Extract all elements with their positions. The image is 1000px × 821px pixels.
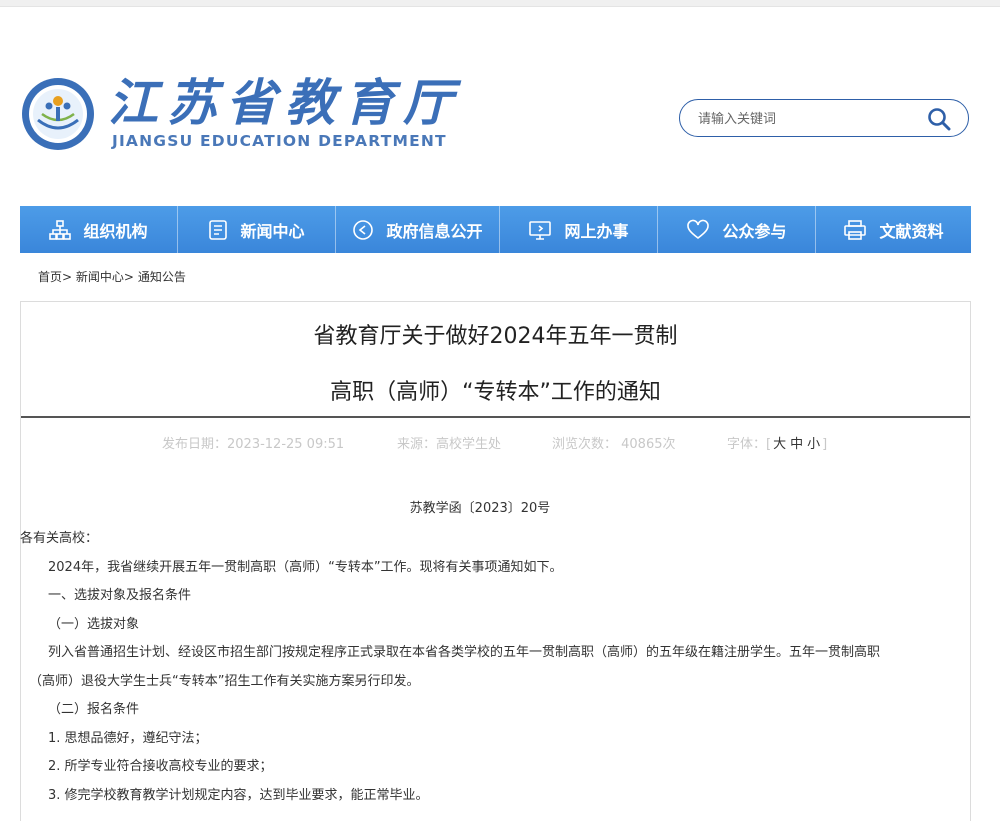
salutation: 各有关高校：: [20, 531, 99, 546]
nav-label: 网上办事: [564, 221, 629, 241]
font-large-button[interactable]: 大: [773, 437, 786, 452]
article-title-box: 省教育厅关于做好2024年五年一贯制 高职（高师）“专转本”工作的通知: [21, 302, 970, 418]
article-source: 来源：高校学生处: [397, 437, 502, 452]
heart-icon: [687, 219, 710, 239]
nav-label: 组织机构: [83, 221, 148, 241]
breadcrumb-separator: >: [123, 270, 134, 284]
font-bracket: ]: [822, 437, 828, 452]
nav-item-gov-info[interactable]: 政府信息公开: [336, 206, 500, 253]
section-heading: 一、选拔对象及报名条件: [48, 588, 192, 603]
list-item: 1. 思想品德好，遵纪守法；: [48, 731, 208, 746]
printer-icon: [844, 219, 867, 240]
breadcrumb: 首页> 新闻中心> 通知公告: [38, 268, 186, 285]
nav-label: 文献资料: [879, 221, 944, 241]
paragraph: 列入省普通招生计划、经设区市招生部门按规定程序正式录取在本省各类学校的五年一贯制…: [48, 645, 881, 660]
nav-item-literature[interactable]: 文献资料: [816, 206, 971, 253]
nav-label: 政府信息公开: [386, 221, 483, 241]
nav-item-news[interactable]: 新闻中心: [178, 206, 336, 253]
breadcrumb-notices[interactable]: 通知公告: [138, 270, 186, 284]
font-label: 字体：: [727, 437, 767, 452]
font-small-button[interactable]: 小: [807, 437, 820, 452]
nav-label: 新闻中心: [240, 221, 305, 241]
publish-date: 发布日期：2023-12-25 09:51: [162, 437, 345, 452]
logo-chinese-name: 江苏省教育厅: [108, 74, 462, 132]
play-circle-icon: [353, 219, 374, 240]
subsection-heading: （二）报名条件: [48, 702, 140, 717]
nav-label: 公众参与: [722, 221, 787, 241]
view-count: 浏览次数： 40865次: [552, 437, 676, 452]
article-title-line1: 省教育厅关于做好2024年五年一贯制: [313, 324, 678, 349]
font-size-switcher: 字体：[大中小]: [727, 433, 827, 452]
breadcrumb-home[interactable]: 首页: [38, 270, 62, 284]
breadcrumb-news[interactable]: 新闻中心: [76, 270, 124, 284]
site-logo[interactable]: 江苏省教育厅 JIANGSU EDUCATION DEPARTMENT: [20, 74, 453, 156]
main-nav: 组织机构 新闻中心 政府信息公开 网上办事 公众参与 文献资料: [20, 206, 971, 253]
document-number: 苏教学函〔2023〕20号: [409, 501, 551, 516]
font-medium-button[interactable]: 中: [790, 437, 803, 452]
emblem-icon: [22, 78, 94, 150]
subsection-heading: （一）选拔对象: [48, 617, 140, 632]
paragraph: 2024年，我省继续开展五年一贯制高职（高师）“专转本”工作。现将有关事项通知如…: [48, 560, 563, 575]
nav-item-public-participation[interactable]: 公众参与: [658, 206, 816, 253]
document-icon: [209, 219, 228, 240]
paragraph-continuation: （高师）退役大学生士兵“专转本”招生工作有关实施方案另行印发。: [29, 674, 420, 689]
search-icon[interactable]: [926, 106, 952, 132]
org-chart-icon: [49, 219, 72, 240]
list-item: 3. 修完学校教育教学计划规定内容，达到毕业要求，能正常毕业。: [48, 788, 429, 803]
article-title-line2: 高职（高师）“专转本”工作的通知: [330, 380, 661, 405]
font-bracket: [: [766, 437, 772, 452]
nav-item-organization[interactable]: 组织机构: [20, 206, 178, 253]
breadcrumb-separator: >: [62, 270, 73, 284]
search-input[interactable]: [696, 108, 920, 130]
monitor-icon: [529, 220, 552, 240]
logo-english-name: JIANGSU EDUCATION DEPARTMENT: [112, 132, 447, 150]
browser-top-strip: [0, 0, 1000, 7]
search-box: [679, 99, 969, 137]
list-item: 2. 所学专业符合接收高校专业的要求；: [48, 759, 273, 774]
nav-item-online-service[interactable]: 网上办事: [500, 206, 658, 253]
